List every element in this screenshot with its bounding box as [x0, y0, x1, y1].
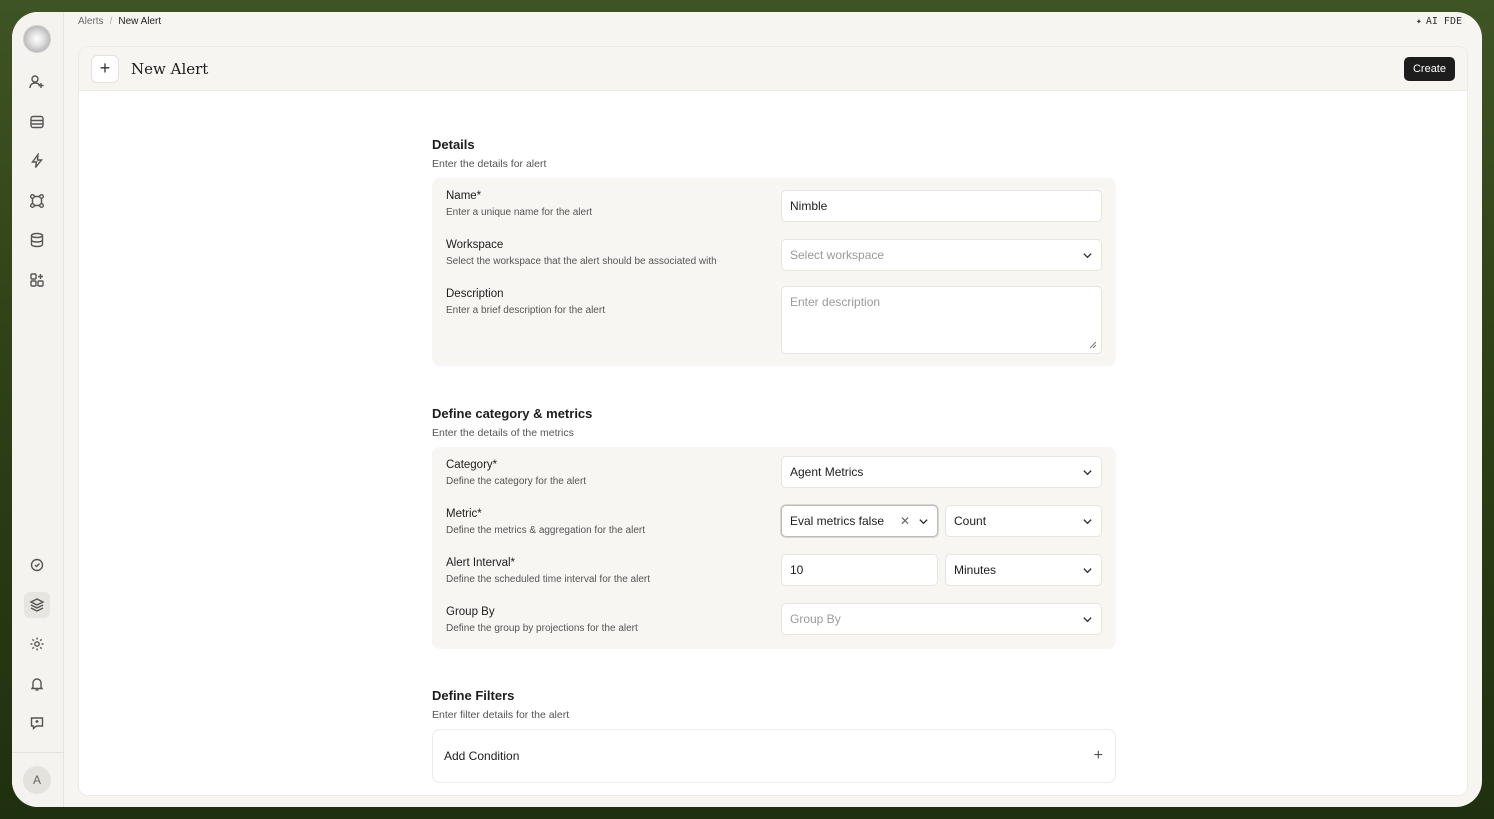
resize-handle-icon[interactable] — [1089, 341, 1097, 349]
user-plus-icon[interactable] — [24, 69, 50, 95]
interval-unit-value: Minutes — [954, 563, 997, 577]
name-input[interactable]: Nimble — [781, 190, 1102, 222]
breadcrumb-parent[interactable]: Alerts — [78, 16, 104, 27]
add-icon[interactable]: + — [91, 54, 119, 83]
breadcrumb-current: New Alert — [118, 16, 162, 27]
sidebar: A — [12, 12, 64, 807]
category-row: Category* Define the category for the al… — [446, 456, 1102, 508]
sidebar-divider — [12, 752, 64, 753]
logo[interactable] — [23, 25, 51, 53]
panel-header: + New Alert Create — [79, 47, 1467, 91]
interval-input[interactable]: 10 — [781, 554, 938, 586]
workspace-row: Workspace Select the workspace that the … — [446, 239, 1102, 288]
plus-icon: + — [1093, 747, 1103, 764]
avatar[interactable]: A — [23, 766, 51, 794]
description-row: Description Enter a brief description fo… — [446, 286, 1102, 356]
description-textarea[interactable]: Enter description — [781, 286, 1102, 354]
metrics-card: Category* Define the category for the al… — [432, 447, 1116, 649]
filters-section: Define Filters Enter filter details for … — [432, 688, 1116, 783]
layers-icon[interactable] — [24, 592, 50, 618]
breadcrumb-separator: / — [109, 16, 113, 27]
clear-icon[interactable]: ✕ — [900, 514, 910, 528]
sparkle-icon: ✦ — [1415, 16, 1422, 27]
lightning-icon[interactable] — [24, 148, 50, 174]
details-section: Details Enter the details for alert Name… — [432, 137, 1116, 366]
database-icon[interactable] — [24, 227, 50, 253]
app-window: A Alerts / New Alert ✦ AI FDE + New Aler… — [12, 12, 1482, 807]
apps-icon[interactable] — [24, 267, 50, 293]
section-title: Define Filters — [432, 688, 515, 703]
chevron-down-icon — [918, 516, 928, 526]
main-panel: + New Alert Create Details Enter the det… — [78, 46, 1468, 796]
chevron-down-icon — [1082, 565, 1092, 575]
group-by-row: Group By Define the group by projections… — [446, 603, 1102, 655]
chevron-down-icon — [1082, 250, 1092, 260]
add-condition-button[interactable]: Add Condition + — [432, 729, 1116, 783]
metric-value: Eval metrics false — [790, 514, 885, 528]
add-condition-label: Add Condition — [444, 749, 520, 763]
category-value: Agent Metrics — [790, 465, 864, 479]
interval-row: Alert Interval* Define the scheduled tim… — [446, 554, 1102, 606]
create-button[interactable]: Create — [1403, 57, 1455, 81]
aggregation-value: Count — [954, 514, 987, 528]
ai-fde-label: AI FDE — [1425, 16, 1462, 27]
chevron-down-icon — [1082, 467, 1092, 477]
interval-unit-select[interactable]: Minutes — [945, 554, 1102, 586]
details-card: Name* Enter a unique name for the alert … — [432, 178, 1116, 366]
bell-icon[interactable] — [24, 671, 50, 697]
feedback-icon[interactable] — [24, 710, 50, 736]
chevron-down-icon — [1082, 614, 1092, 624]
workflow-icon[interactable] — [24, 188, 50, 214]
group-by-select[interactable]: Group By — [781, 603, 1102, 635]
name-row: Name* Enter a unique name for the alert … — [446, 190, 1102, 239]
table-icon[interactable] — [24, 109, 50, 135]
section-title: Details — [432, 137, 475, 152]
metric-row: Metric* Define the metrics & aggregation… — [446, 505, 1102, 557]
section-title: Define category & metrics — [432, 406, 593, 421]
metrics-section: Define category & metrics Enter the deta… — [432, 406, 1116, 649]
category-select[interactable]: Agent Metrics — [781, 456, 1102, 488]
workspace-select[interactable]: Select workspace — [781, 239, 1102, 271]
section-subtitle: Enter filter details for the alert — [432, 709, 570, 721]
description-placeholder: Enter description — [790, 295, 881, 309]
breadcrumb: Alerts / New Alert — [78, 16, 161, 27]
ai-fde-button[interactable]: ✦ AI FDE — [1416, 16, 1462, 27]
shield-check-icon[interactable] — [24, 552, 50, 578]
metric-select[interactable]: Eval metrics false ✕ — [781, 505, 938, 537]
workspace-placeholder: Select workspace — [790, 248, 885, 262]
aggregation-select[interactable]: Count — [945, 505, 1102, 537]
settings-icon[interactable] — [24, 631, 50, 657]
chevron-down-icon — [1082, 516, 1092, 526]
group-by-placeholder: Group By — [790, 612, 841, 626]
section-subtitle: Enter the details for alert — [432, 158, 547, 170]
page-title: New Alert — [131, 59, 209, 78]
section-subtitle: Enter the details of the metrics — [432, 427, 574, 439]
